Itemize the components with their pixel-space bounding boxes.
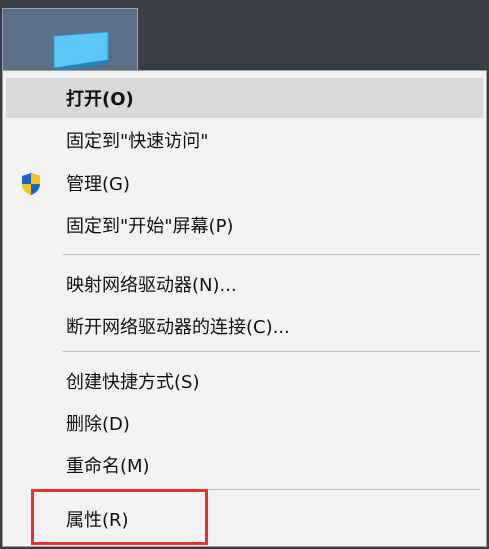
context-menu: 打开(O) 固定到"快速访问" 管理(G) 固定到"开始"屏幕(P) 映射网络驱… [2, 70, 487, 547]
properties-highlight-box [31, 489, 208, 545]
menu-item-disconnect-network-drive[interactable]: 断开网络驱动器的连接(C)... [6, 306, 483, 346]
menu-item-manage[interactable]: 管理(G) [6, 163, 483, 203]
menu-item-pin-start[interactable]: 固定到"开始"屏幕(P) [6, 205, 483, 245]
menu-item-label: 固定到"快速访问" [66, 131, 209, 152]
menu-item-open[interactable]: 打开(O) [6, 78, 483, 118]
menu-item-label: 重命名(M) [66, 456, 150, 477]
menu-separator [63, 351, 480, 352]
menu-item-label: 打开(O) [66, 89, 134, 110]
menu-item-label: 管理(G) [66, 174, 130, 195]
menu-item-label: 映射网络驱动器(N)... [66, 275, 237, 296]
menu-item-label: 删除(D) [66, 414, 130, 435]
menu-item-label: 固定到"开始"屏幕(P) [66, 216, 234, 237]
menu-item-delete[interactable]: 删除(D) [6, 403, 483, 443]
menu-item-create-shortcut[interactable]: 创建快捷方式(S) [6, 361, 483, 401]
menu-item-rename[interactable]: 重命名(M) [6, 445, 483, 485]
menu-item-pin-quick-access[interactable]: 固定到"快速访问" [6, 120, 483, 160]
menu-item-map-network-drive[interactable]: 映射网络驱动器(N)... [6, 264, 483, 304]
monitor-icon [53, 31, 109, 72]
menu-item-label: 创建快捷方式(S) [66, 372, 200, 393]
admin-shield-icon [22, 173, 40, 195]
menu-separator [63, 254, 480, 255]
menu-item-label: 断开网络驱动器的连接(C)... [66, 317, 290, 338]
